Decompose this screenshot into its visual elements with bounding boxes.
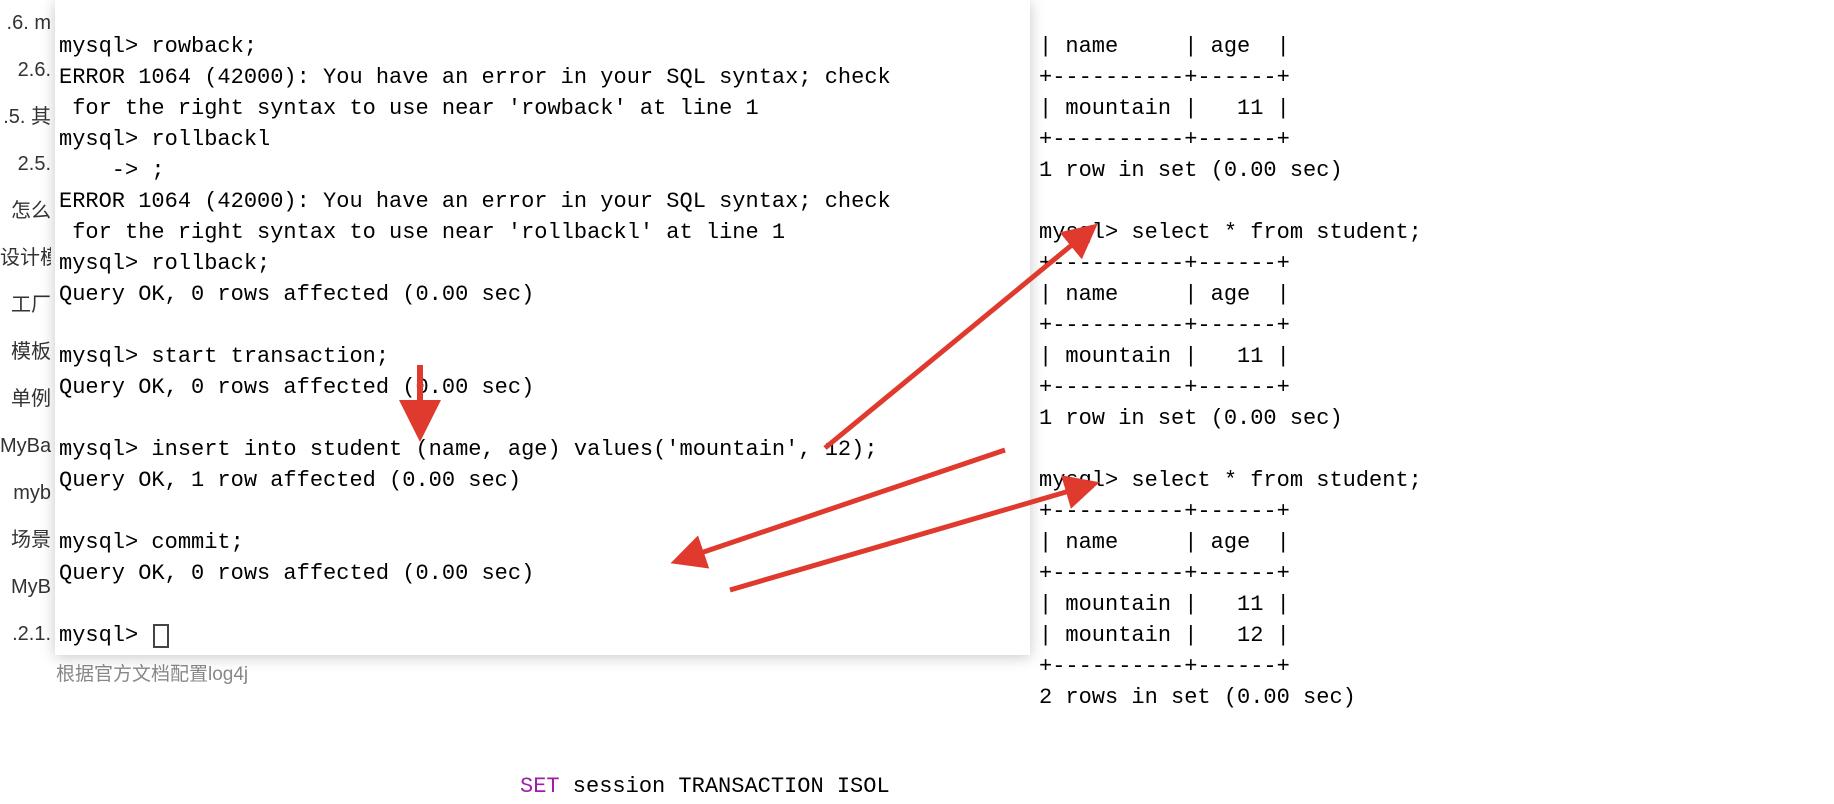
terminal-line: | mountain | 11 |	[1039, 96, 1290, 121]
terminal-line: +----------+------+	[1039, 375, 1290, 400]
terminal-line: +----------+------+	[1039, 561, 1290, 586]
terminal-line: 2 rows in set (0.00 sec)	[1039, 685, 1356, 710]
terminal-line: | mountain | 12 |	[1039, 623, 1290, 648]
terminal-line: mysql> select * from student;	[1039, 220, 1422, 245]
cursor-icon	[153, 624, 169, 648]
sidebar-item[interactable]: 场景	[0, 517, 51, 564]
terminal-line: +----------+------+	[1039, 499, 1290, 524]
terminal-line: for the right syntax to use near 'rowbac…	[59, 96, 759, 121]
sidebar-item[interactable]: 2.5.	[0, 141, 51, 188]
terminal-line: Query OK, 0 rows affected (0.00 sec)	[59, 561, 534, 586]
terminal-line: -> ;	[59, 158, 165, 183]
terminal-line: +----------+------+	[1039, 127, 1290, 152]
terminal-line: Query OK, 0 rows affected (0.00 sec)	[59, 282, 534, 307]
terminal-line: 1 row in set (0.00 sec)	[1039, 406, 1343, 431]
terminal-line: 1 row in set (0.00 sec)	[1039, 158, 1343, 183]
sidebar-item[interactable]: 工厂	[0, 282, 51, 329]
terminal-line: Query OK, 0 rows affected (0.00 sec)	[59, 375, 534, 400]
terminal-line: mysql>	[59, 623, 151, 648]
terminal-line: +----------+------+	[1039, 251, 1290, 276]
sidebar-item[interactable]: 2.6.	[0, 47, 51, 94]
terminal-line: mysql> rollback;	[59, 251, 270, 276]
terminal-line: mysql> select * from student;	[1039, 468, 1422, 493]
sidebar-item[interactable]: MyB	[0, 564, 51, 611]
terminal-line: | name | age |	[1039, 34, 1290, 59]
sidebar-item[interactable]: 怎么	[0, 188, 51, 235]
terminal-line: +----------+------+	[1039, 654, 1290, 679]
terminal-line: mysql> commit;	[59, 530, 244, 555]
terminal-line: +----------+------+	[1039, 65, 1290, 90]
terminal-line: mysql> insert into student (name, age) v…	[59, 437, 878, 462]
terminal-line: | mountain | 11 |	[1039, 344, 1290, 369]
mysql-terminal-right[interactable]: | name | age | +----------+------+ | mou…	[1035, 0, 1834, 804]
sidebar-item[interactable]: .6. m	[0, 0, 51, 47]
document-outline-sidebar: .6. m 2.6. .5. 其 2.5. 怎么 设计模 工厂 模板 单例 My…	[0, 0, 55, 804]
sidebar-item[interactable]: 设计模	[0, 235, 51, 282]
sidebar-item[interactable]: 模板	[0, 329, 51, 376]
sidebar-item[interactable]: MyBa	[0, 423, 51, 470]
sql-keyword: SET	[520, 774, 560, 799]
terminal-line: Query OK, 1 row affected (0.00 sec)	[59, 468, 521, 493]
terminal-line: | name | age |	[1039, 530, 1290, 555]
sql-statement: SET session TRANSACTION ISOL	[520, 774, 890, 799]
sql-text: session TRANSACTION ISOL	[560, 774, 890, 799]
terminal-line: +----------+------+	[1039, 313, 1290, 338]
terminal-line: mysql> rowback;	[59, 34, 257, 59]
mysql-terminal-left[interactable]: mysql> rowback; ERROR 1064 (42000): You …	[55, 0, 1030, 655]
document-body-text: 根据官方文档配置log4j	[56, 659, 248, 686]
terminal-line: ERROR 1064 (42000): You have an error in…	[59, 65, 891, 90]
sidebar-item[interactable]: 单例	[0, 376, 51, 423]
terminal-line: | name | age |	[1039, 282, 1290, 307]
terminal-line: mysql> rollbackl	[59, 127, 270, 152]
sidebar-item[interactable]: .2.1.	[0, 611, 51, 658]
sidebar-item[interactable]: myb	[0, 470, 51, 517]
terminal-line: for the right syntax to use near 'rollba…	[59, 220, 785, 245]
terminal-line: ERROR 1064 (42000): You have an error in…	[59, 189, 891, 214]
sidebar-item[interactable]: .5. 其	[0, 94, 51, 141]
terminal-line: | mountain | 11 |	[1039, 592, 1290, 617]
terminal-line: mysql> start transaction;	[59, 344, 389, 369]
